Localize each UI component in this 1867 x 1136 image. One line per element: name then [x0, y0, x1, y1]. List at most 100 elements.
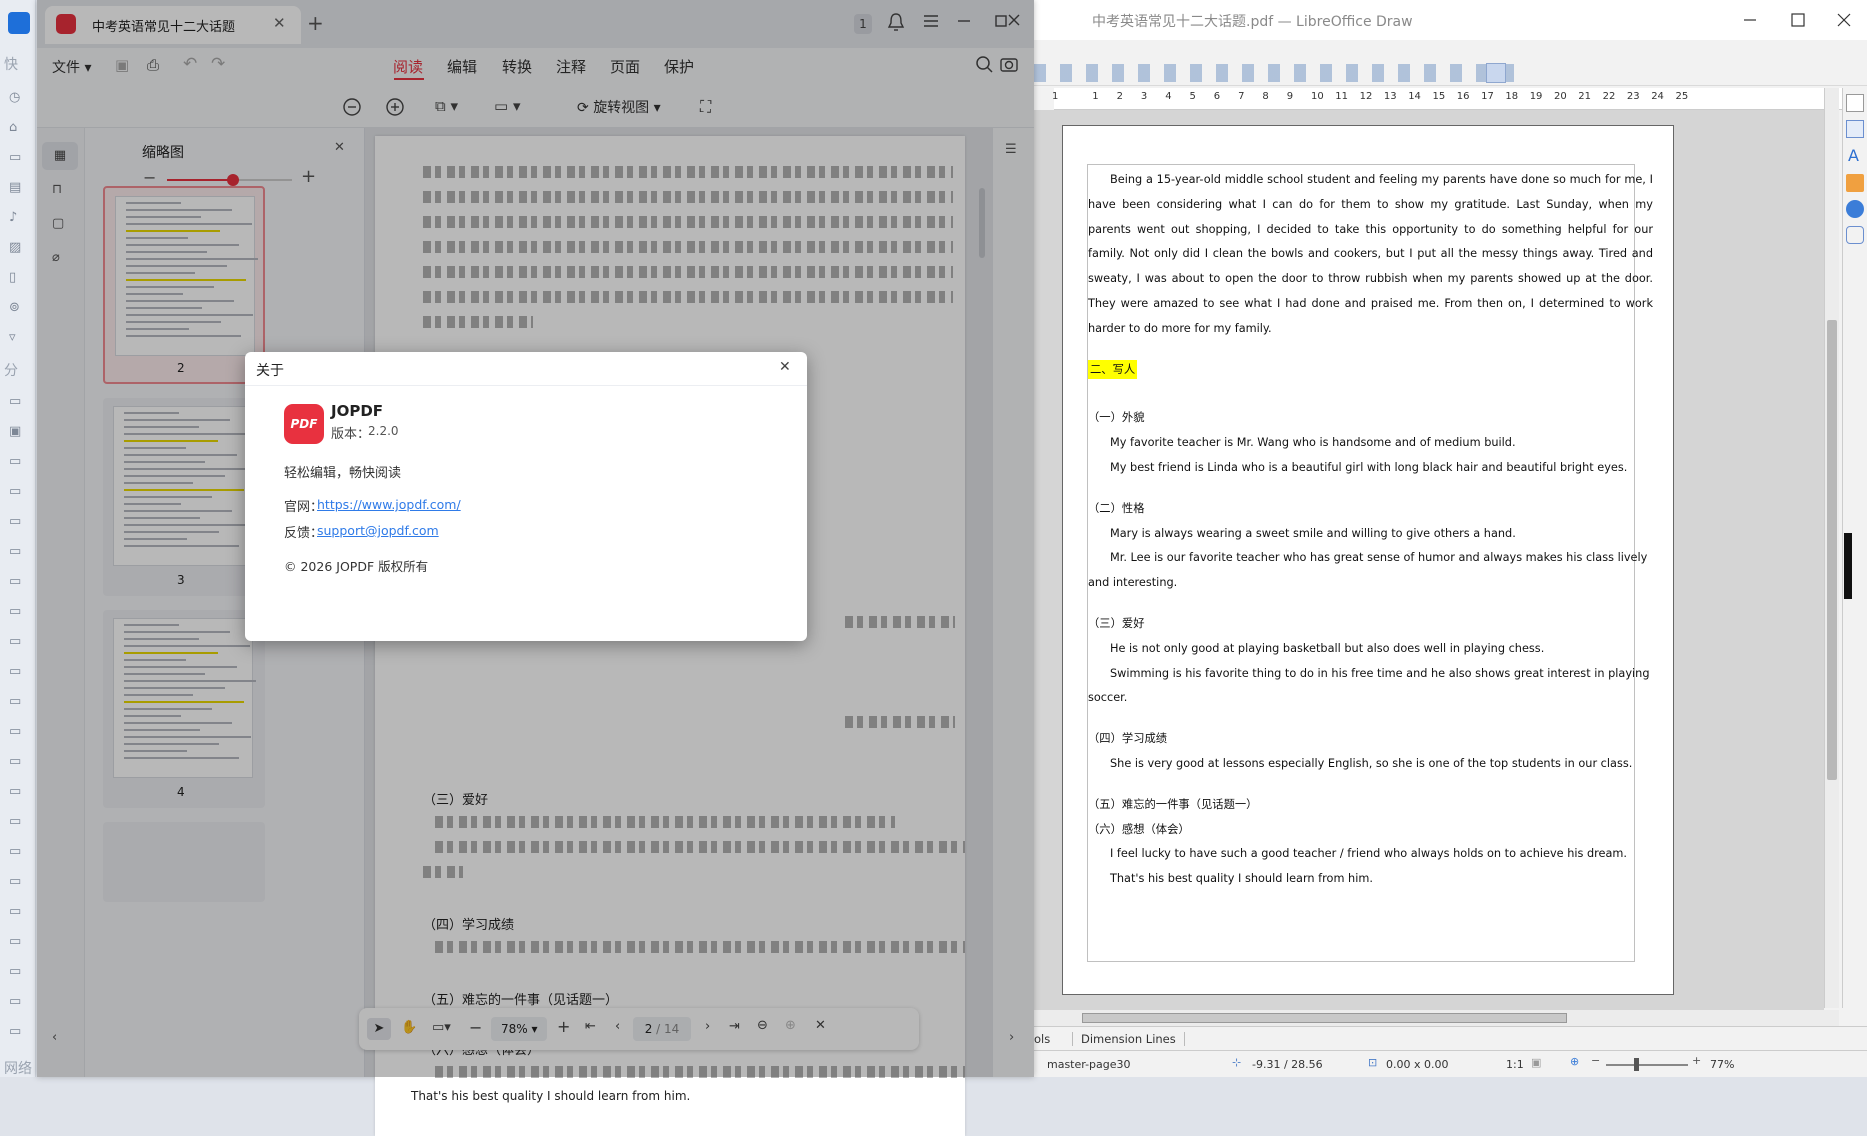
app-launcher-icon[interactable] [8, 12, 30, 34]
drive-icon-10[interactable]: ▭ [9, 694, 27, 712]
drive-icon-7[interactable]: ▭ [9, 604, 27, 622]
desktop-label-quick: 快 [4, 57, 18, 73]
sub-heading: （六）感想（体会） [1088, 822, 1190, 836]
layer-tab-dimension-lines[interactable]: Dimension Lines [1072, 1032, 1185, 1046]
body-line: He is not only good at playing basketbal… [1110, 641, 1545, 655]
device-icon[interactable]: ▭ [9, 394, 27, 412]
ruler-tick-label: 10 [1311, 91, 1324, 102]
body-line: Mary is always wearing a sweet smile and… [1110, 526, 1516, 540]
drive-icon-2[interactable]: ▭ [9, 454, 27, 472]
status-position: -9.31 / 28.56 [1252, 1058, 1323, 1071]
drive-icon-20[interactable]: ▭ [9, 994, 27, 1012]
copyright: © 2026 JOPDF 版权所有 [284, 559, 429, 574]
document-icon[interactable]: ▯ [9, 270, 27, 288]
navigator-icon[interactable] [1846, 200, 1864, 218]
drive-icon-18[interactable]: ▭ [9, 934, 27, 952]
zoom-slider[interactable] [1606, 1064, 1688, 1066]
layer-tab-controls[interactable]: ols [1034, 1032, 1050, 1046]
dialog-close-icon[interactable]: ✕ [779, 359, 791, 375]
sub-heading: （一）外貌 [1088, 411, 1145, 425]
status-page: master-page30 [1047, 1058, 1131, 1071]
body-line: My best friend is Linda who is a beautif… [1110, 461, 1628, 474]
trash-icon[interactable]: ▿ [9, 330, 27, 348]
drive-icon-13[interactable]: ▭ [9, 784, 27, 802]
feedback-email-link[interactable]: support@jopdf.com [317, 523, 439, 538]
fit-page-icon[interactable]: ⊕ [1570, 1055, 1579, 1068]
zoom-out-icon[interactable]: − [1591, 1054, 1600, 1067]
toolbar-icons[interactable] [1034, 64, 1514, 82]
ruler-tick-label: 2 [1116, 91, 1123, 102]
desktop-label-share: 分 [4, 363, 18, 379]
maximize-icon[interactable] [1788, 10, 1808, 30]
shapes-icon[interactable] [1486, 63, 1506, 83]
ruler-tick-label: 12 [1359, 91, 1373, 102]
text-frame[interactable]: Being a 15-year-old middle school studen… [1087, 164, 1653, 962]
body-line: That's his best quality I should learn f… [1110, 872, 1373, 886]
zoom-slider-thumb[interactable] [1634, 1058, 1639, 1071]
body-line: My favorite teacher is Mr. Wang who is h… [1110, 436, 1516, 450]
zoom-in-icon[interactable]: + [1692, 1054, 1701, 1067]
styles-icon[interactable] [1846, 120, 1864, 138]
ruler-tick-label: 23 [1626, 91, 1640, 102]
close-icon[interactable] [1834, 10, 1854, 30]
libreoffice-window: 中考英语常见十二大话题.pdf — LibreOffice Draw 1 1 23 4… [1034, 0, 1867, 1077]
lo-window-title: 中考英语常见十二大话题.pdf — LibreOffice Draw [1092, 14, 1413, 30]
app-logo-text: PDF [290, 417, 318, 431]
status-bar: master-page30 ⊹ -9.31 / 28.56 ⊡ 0.00 x 0… [1034, 1050, 1867, 1077]
monitor-icon[interactable]: ▭ [9, 150, 27, 168]
drive-icon-19[interactable]: ▭ [9, 964, 27, 982]
film-icon[interactable]: ▤ [9, 180, 27, 198]
ruler-tick-label: 1 [1092, 91, 1099, 102]
app-name: JOPDF [331, 402, 384, 420]
drive-icon-21[interactable]: ▭ [9, 1024, 27, 1042]
ruler-tick-label: 5 [1189, 91, 1196, 102]
draw-page: Being a 15-year-old middle school studen… [1062, 125, 1674, 995]
drive-icon-17[interactable]: ▭ [9, 904, 27, 922]
drive-icon-1[interactable]: ▣ [9, 424, 27, 442]
minimize-icon[interactable] [1740, 10, 1760, 30]
horizontal-scrollbar[interactable] [1034, 1010, 1839, 1026]
shapes-panel-icon[interactable] [1846, 226, 1864, 244]
ruler-tick-label: 4 [1165, 91, 1172, 102]
website-link[interactable]: https://www.jopdf.com/ [317, 497, 461, 512]
about-dialog: 关于 ✕ PDF JOPDF 版本： 2.2.0 轻松编辑，畅快阅读 官网： h… [245, 352, 807, 641]
layer-tabs: ols Dimension Lines [1034, 1026, 1867, 1050]
gallery-icon[interactable] [1846, 174, 1864, 192]
properties-icon[interactable] [1846, 94, 1864, 112]
desktop-label-network: 网络 [4, 1061, 32, 1077]
ruler-tick-label: 21 [1578, 91, 1592, 102]
drive-icon-3[interactable]: ▭ [9, 484, 27, 502]
download-icon[interactable]: ⊚ [9, 300, 27, 318]
ruler-tick-label: 24 [1651, 91, 1664, 102]
slogan: 轻松编辑，畅快阅读 [284, 466, 402, 481]
music-icon[interactable]: ♪ [9, 210, 27, 228]
sidebar-handle[interactable] [1844, 533, 1852, 599]
desktop-sidebar: 快 ◷ ⌂ ▭ ▤ ♪ ▨ ▯ ⊚ ▿ 分 ▭ ▣ ▭ ▭ ▭ ▭ ▭ ▭ ▭ … [0, 0, 36, 1077]
drive-icon-14[interactable]: ▭ [9, 814, 27, 832]
dialog-title: 关于 [256, 363, 284, 379]
ruler-tick-label: 15 [1432, 91, 1446, 102]
clock-icon[interactable]: ◷ [9, 90, 27, 108]
image-icon[interactable]: ▨ [9, 240, 27, 258]
drawing-canvas[interactable]: Being a 15-year-old middle school studen… [1034, 110, 1824, 1010]
home-icon[interactable]: ⌂ [9, 120, 27, 138]
horizontal-ruler: 1 1 2 3 4 5 6 7 8 9 10 11 12 13 14 15 16 17 18 19 20 21 22 23 24… [1052, 88, 1842, 110]
drive-icon-4[interactable]: ▭ [9, 514, 27, 532]
status-zoom[interactable]: 77% [1710, 1058, 1734, 1071]
drive-icon-15[interactable]: ▭ [9, 844, 27, 862]
drive-icon-11[interactable]: ▭ [9, 724, 27, 742]
scroll-thumb[interactable] [1827, 320, 1837, 780]
vertical-scrollbar[interactable] [1824, 88, 1839, 1008]
body-line: I feel lucky to have such a good teacher… [1110, 847, 1628, 861]
ruler-tick-label: 1 [1052, 91, 1059, 102]
drive-icon-5[interactable]: ▭ [9, 544, 27, 562]
drive-icon-16[interactable]: ▭ [9, 874, 27, 892]
drive-icon-9[interactable]: ▭ [9, 664, 27, 682]
drive-icon-8[interactable]: ▭ [9, 634, 27, 652]
text-icon[interactable]: A [1848, 146, 1859, 165]
ruler-tick-label: 19 [1529, 91, 1543, 102]
drive-icon-12[interactable]: ▭ [9, 754, 27, 772]
dialog-header: 关于 ✕ [245, 352, 807, 386]
drive-icon-6[interactable]: ▭ [9, 574, 27, 592]
hscroll-thumb[interactable] [1082, 1013, 1567, 1023]
